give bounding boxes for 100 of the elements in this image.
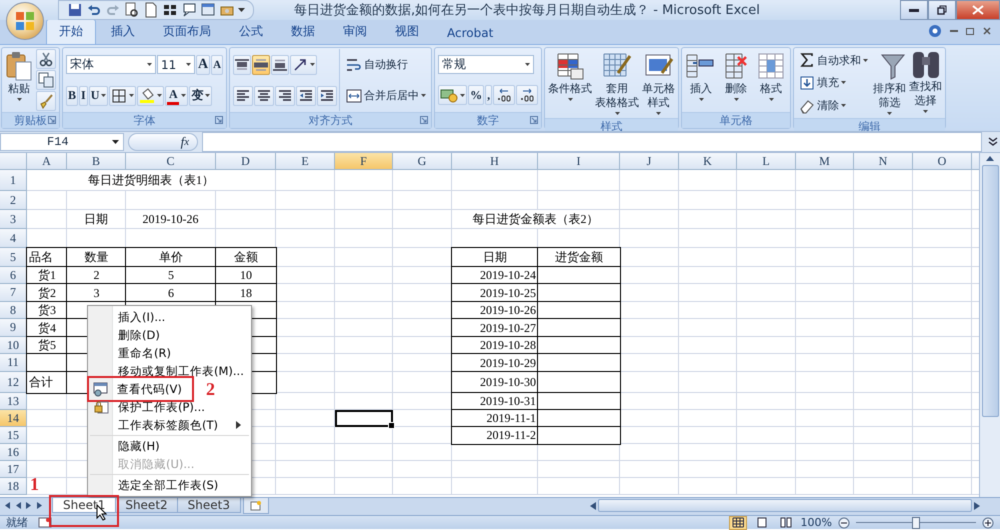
ribbon-button[interactable]: 删除 (719, 49, 754, 111)
menu-item[interactable]: 隐藏(H) (90, 435, 249, 455)
ribbon-tab[interactable]: 插入 (98, 19, 148, 44)
align-center-button[interactable] (254, 86, 274, 106)
menu-item[interactable]: 保护工作表(P)... (90, 398, 249, 416)
column-header[interactable]: H (452, 153, 538, 170)
close-button[interactable] (956, 0, 1000, 20)
ribbon-tab[interactable]: 数据 (278, 19, 328, 44)
brush-button[interactable] (36, 90, 56, 111)
page-icon[interactable] (143, 2, 159, 18)
ribbon-button[interactable]: 套用 表格格式 (594, 49, 640, 117)
row-header[interactable]: 10 (0, 337, 27, 354)
copy-button[interactable] (36, 70, 56, 90)
caret-icon[interactable] (238, 8, 245, 12)
save-icon[interactable] (67, 2, 83, 18)
row-header[interactable]: 6 (0, 267, 27, 284)
format-button[interactable]: B (66, 86, 78, 106)
font-color-button[interactable]: A (165, 86, 188, 106)
column-header[interactable]: N (854, 153, 913, 170)
menu-item[interactable]: 删除(D) (90, 326, 249, 344)
launcher-icon[interactable] (530, 116, 538, 124)
row-header[interactable]: 1 (0, 170, 27, 191)
menu-item[interactable]: 插入(I)... (90, 308, 249, 326)
dropdown-field[interactable]: 宋体 (66, 55, 156, 74)
ribbon-button[interactable]: 粘贴 (4, 49, 34, 111)
restore-button[interactable] (928, 0, 956, 20)
column-header[interactable]: E (276, 153, 335, 170)
align-bottom-button[interactable] (271, 54, 290, 74)
ribbon-tab[interactable]: 页面布局 (150, 19, 224, 44)
skip-arrow-icon[interactable] (37, 502, 43, 509)
ribbon-button[interactable]: 条件格式 (547, 49, 594, 117)
speech-bubble-icon[interactable] (181, 2, 197, 18)
ribbon-button[interactable]: 单元格 样式 (641, 49, 676, 117)
column-header[interactable]: D (216, 153, 276, 170)
column-header[interactable]: I (538, 153, 620, 170)
decimal-decrease-button[interactable] (516, 85, 538, 106)
formula-input[interactable] (202, 132, 982, 152)
indent-increase-button[interactable] (317, 86, 338, 106)
column-header[interactable]: C (126, 153, 216, 170)
ribbon-tab[interactable]: 开始 (46, 19, 96, 44)
menu-item[interactable]: 工作表标签颜色(T) (90, 416, 249, 434)
scissors-button[interactable] (36, 49, 56, 70)
indent-decrease-button[interactable] (296, 86, 316, 106)
menu-item[interactable]: 移动或复制工作表(M)... (90, 362, 249, 380)
column-header[interactable]: O (913, 153, 972, 170)
ribbon-button[interactable]: 查找和 选择 (908, 49, 944, 117)
ribbon-tab[interactable]: Acrobat (434, 22, 506, 44)
diagonal-arrow-button[interactable] (290, 54, 318, 74)
row-header[interactable]: 13 (0, 393, 27, 410)
format-button[interactable]: A (196, 54, 210, 74)
money-button[interactable] (438, 85, 468, 106)
column-header[interactable]: M (796, 153, 854, 170)
toolbar-button[interactable]: 自动换行 (344, 55, 410, 74)
launcher-icon[interactable] (48, 116, 56, 124)
close-icon[interactable] (982, 26, 992, 36)
help-icon[interactable] (928, 24, 942, 38)
format-button[interactable]: , (485, 85, 492, 106)
align-middle-button[interactable] (252, 54, 270, 74)
toolbar-button[interactable]: 自动求和 (797, 50, 870, 70)
align-left-button[interactable] (233, 86, 254, 106)
column-header[interactable]: L (737, 153, 796, 170)
minimize-button[interactable] (900, 0, 928, 20)
format-button[interactable]: % (468, 85, 484, 106)
row-header[interactable]: 8 (0, 302, 27, 319)
align-top-button[interactable] (233, 54, 252, 74)
column-header[interactable]: J (620, 153, 679, 170)
sheet-tab[interactable]: Sheet3 (176, 498, 241, 513)
row-header[interactable]: 4 (0, 229, 27, 248)
column-header[interactable]: K (679, 153, 737, 170)
menu-item[interactable]: 查看代码(V) 2 (90, 380, 249, 398)
row-header[interactable]: 14 (0, 410, 27, 427)
format-button[interactable]: 变 (189, 86, 212, 106)
format-button[interactable]: U (88, 86, 108, 106)
sheet-tab[interactable]: Sheet1 (52, 498, 116, 513)
ribbon-tab[interactable]: 视图 (382, 19, 432, 44)
ribbon-tab[interactable]: 公式 (226, 19, 276, 44)
grid-icon[interactable] (162, 2, 178, 18)
grid-button[interactable] (109, 86, 136, 106)
row-header[interactable]: 3 (0, 210, 27, 229)
format-button[interactable]: I (79, 86, 88, 106)
undo-icon[interactable] (86, 2, 102, 18)
row-header[interactable]: 18 (0, 478, 27, 495)
skip-arrow-icon[interactable] (4, 502, 10, 509)
format-button[interactable]: A (211, 54, 224, 74)
slider-thumb[interactable] (912, 516, 920, 528)
zoom-out-icon[interactable] (838, 516, 850, 528)
toolbar-button[interactable]: 合并后居中 (344, 86, 428, 105)
ribbon-button[interactable]: 格式 (754, 49, 788, 111)
menu-item[interactable]: 重命名(R) (90, 344, 249, 362)
toolbar-button[interactable]: 清除 (797, 96, 848, 116)
window-icon[interactable] (200, 2, 216, 18)
column-header[interactable]: G (393, 153, 452, 170)
row-header[interactable]: 12 (0, 372, 27, 393)
launcher-icon[interactable] (420, 116, 428, 124)
align-right-button[interactable] (275, 86, 296, 106)
dropdown-field[interactable]: 11 (157, 55, 195, 74)
decimal-increase-button[interactable] (493, 85, 516, 106)
menu-item[interactable]: 选定全部工作表(S) (90, 474, 249, 494)
row-header[interactable]: 2 (0, 191, 27, 210)
launcher-icon[interactable] (215, 116, 224, 124)
